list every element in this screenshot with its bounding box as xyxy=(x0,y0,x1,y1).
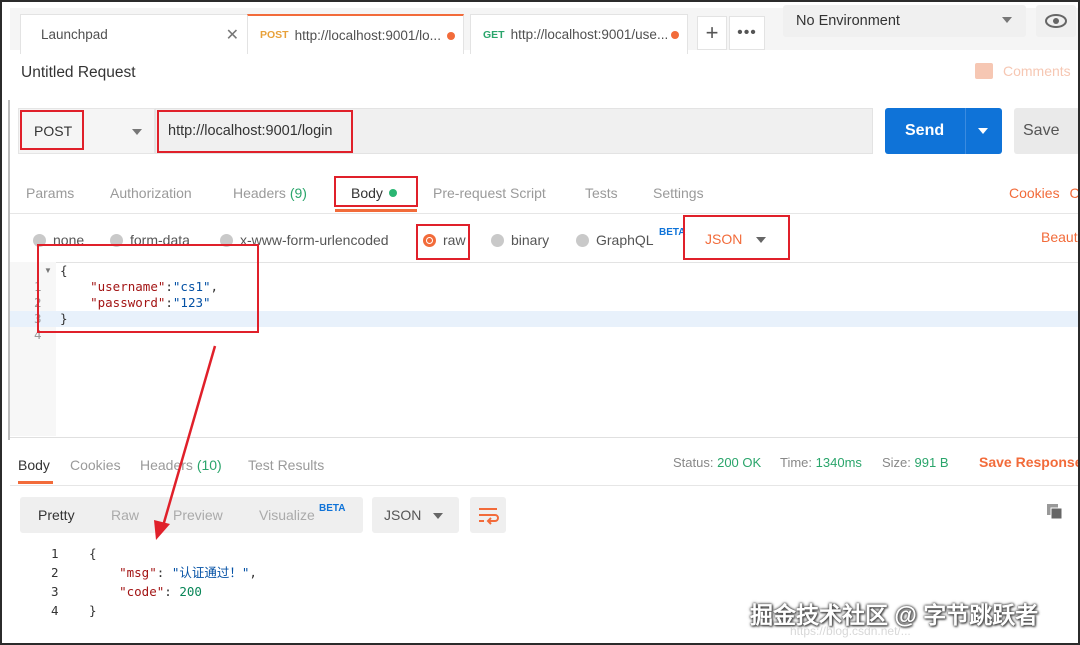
json-key: "code" xyxy=(119,584,165,599)
json-key: "msg" xyxy=(119,565,157,580)
status-readout: Status: 200 OK xyxy=(673,455,761,470)
radio-circle xyxy=(491,233,504,247)
tab-params[interactable]: Params xyxy=(26,185,74,201)
view-raw[interactable]: Raw xyxy=(111,507,139,523)
tabs-divider xyxy=(10,213,1080,214)
visualize-beta-badge: BETA xyxy=(319,503,346,514)
annotation-box-json xyxy=(683,215,790,260)
beautify-button[interactable]: Beaut xyxy=(1041,229,1078,245)
response-tabs-divider xyxy=(10,485,1080,486)
request-title[interactable]: Untitled Request xyxy=(21,64,136,82)
wrap-icon xyxy=(479,508,499,525)
status-label: Status: xyxy=(673,455,714,470)
cookies-link[interactable]: Cookies C xyxy=(1009,185,1080,201)
unsaved-dot-icon xyxy=(671,31,679,39)
annotation-box-url xyxy=(157,110,353,153)
save-response-button[interactable]: Save Response xyxy=(979,454,1080,470)
environment-label: No Environment xyxy=(796,13,900,29)
tab-headers[interactable]: Headers (9) xyxy=(233,185,307,201)
line-number: 3 xyxy=(51,584,59,599)
send-options-chevron-icon[interactable] xyxy=(978,128,988,134)
headers-count: (9) xyxy=(289,185,307,201)
annotation-box-body-tab xyxy=(334,176,418,207)
size-value: 991 B xyxy=(914,455,949,470)
tab-pre-request-script[interactable]: Pre-request Script xyxy=(433,185,546,201)
code-link-partial: C xyxy=(1069,185,1080,201)
line-number: 1 xyxy=(51,546,59,561)
send-button[interactable]: Send xyxy=(885,108,1002,154)
method-badge: GET xyxy=(483,28,505,41)
close-icon[interactable]: ✕ xyxy=(226,25,239,45)
method-badge: POST xyxy=(260,29,289,41)
response-line-numbers: 1 2 3 4 xyxy=(51,544,59,620)
line-number: 2 xyxy=(51,565,59,580)
active-tab-underline xyxy=(18,481,53,484)
more-tabs-button[interactable]: ••• xyxy=(729,16,765,50)
graphql-beta-badge: BETA xyxy=(659,227,686,238)
tab-settings[interactable]: Settings xyxy=(653,185,704,201)
view-visualize[interactable]: Visualize xyxy=(259,507,315,523)
json-value: "认证通过！" xyxy=(171,565,250,580)
radio-binary[interactable]: binary xyxy=(491,232,549,248)
response-json: { "msg": "认证通过！", "code": 200 } xyxy=(89,546,257,618)
response-headers-label: Headers xyxy=(140,457,193,473)
response-tab-cookies[interactable]: Cookies xyxy=(70,457,121,473)
cookies-label: Cookies xyxy=(1009,185,1060,201)
annotation-box-method xyxy=(20,110,84,150)
copy-icon[interactable] xyxy=(1046,503,1064,521)
response-format-label: JSON xyxy=(384,507,422,523)
send-divider xyxy=(965,108,966,154)
comment-icon xyxy=(975,63,993,79)
tab-get-user[interactable]: GET http://localhost:9001/use... xyxy=(470,14,688,54)
save-button[interactable]: Save xyxy=(1014,108,1080,154)
tab-post-login[interactable]: POST http://localhost:9001/lo... xyxy=(247,14,464,54)
response-format-select[interactable]: JSON xyxy=(372,497,459,533)
view-pretty[interactable]: Pretty xyxy=(38,507,75,523)
time-readout: Time: 1340ms xyxy=(780,455,862,470)
response-tab-test-results[interactable]: Test Results xyxy=(248,457,324,473)
comments-label: Comments xyxy=(1003,63,1071,79)
tab-headers-label: Headers xyxy=(233,185,286,201)
tab-label: http://localhost:9001/use... xyxy=(510,27,669,42)
plus-icon: + xyxy=(705,20,719,45)
more-icon: ••• xyxy=(737,24,757,41)
size-label: Size: xyxy=(882,455,911,470)
radio-graphql-label: GraphQL xyxy=(596,232,654,248)
chevron-down-icon xyxy=(433,513,443,519)
wrap-lines-button[interactable] xyxy=(470,497,506,533)
comments-button[interactable]: Comments xyxy=(975,63,1071,79)
send-label: Send xyxy=(905,122,945,139)
response-headers-count: (10) xyxy=(196,457,222,473)
size-readout: Size: 991 B xyxy=(882,455,949,470)
time-value: 1340ms xyxy=(815,455,862,470)
annotation-box-request-body xyxy=(37,244,259,333)
active-tab-underline xyxy=(335,209,417,212)
environment-quick-look-button[interactable] xyxy=(1036,5,1076,37)
chevron-down-icon xyxy=(132,129,142,135)
tab-tests[interactable]: Tests xyxy=(585,185,618,201)
tab-label: http://localhost:9001/lo... xyxy=(294,27,441,43)
radio-graphql[interactable]: GraphQL xyxy=(576,232,654,248)
environment-select[interactable]: No Environment xyxy=(783,5,1026,37)
json-value: 200 xyxy=(179,584,202,599)
new-tab-button[interactable]: + xyxy=(697,16,727,50)
status-value: 200 OK xyxy=(717,455,762,470)
eye-icon xyxy=(1045,14,1067,28)
view-preview[interactable]: Preview xyxy=(173,507,223,523)
tab-authorization[interactable]: Authorization xyxy=(110,185,192,201)
annotation-box-raw xyxy=(416,224,470,260)
unsaved-dot-icon xyxy=(447,32,455,40)
tab-label: Launchpad xyxy=(41,27,108,42)
response-tab-body[interactable]: Body xyxy=(18,457,50,473)
line-number: 4 xyxy=(51,603,59,618)
save-label: Save xyxy=(1023,122,1060,139)
tab-launchpad[interactable]: Launchpad ✕ xyxy=(20,14,248,54)
watermark-url: https://blog.csdn.net/... xyxy=(790,624,911,638)
chevron-down-icon xyxy=(1002,17,1012,23)
radio-urlencoded-label: x-www-form-urlencoded xyxy=(240,232,389,248)
response-tab-headers[interactable]: Headers (10) xyxy=(140,457,222,473)
radio-circle xyxy=(576,233,589,247)
radio-binary-label: binary xyxy=(511,232,550,248)
time-label: Time: xyxy=(780,455,813,470)
